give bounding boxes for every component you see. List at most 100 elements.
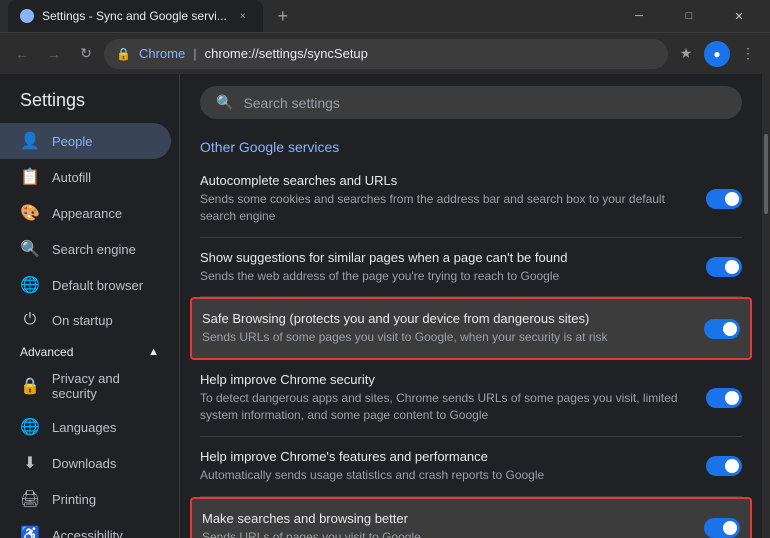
- search-placeholder: Search settings: [243, 95, 340, 111]
- tab-favicon: [20, 9, 34, 23]
- sidebar: Settings 👤 People 📋 Autofill 🎨 Appearanc…: [0, 74, 180, 538]
- setting-title-performance: Help improve Chrome's features and perfo…: [200, 449, 690, 464]
- setting-row-performance: Help improve Chrome's features and perfo…: [200, 437, 742, 497]
- toggle-thumb-chromesecurity: [725, 391, 739, 405]
- toggle-chromesecurity[interactable]: [706, 388, 742, 408]
- setting-row-suggestions: Show suggestions for similar pages when …: [200, 238, 742, 298]
- sidebar-label-autofill: Autofill: [52, 170, 91, 185]
- sidebar-item-appearance[interactable]: 🎨 Appearance: [0, 195, 171, 231]
- new-tab-button[interactable]: +: [269, 2, 297, 30]
- setting-info-safebrowsing: Safe Browsing (protects you and your dev…: [202, 311, 704, 346]
- toggle-thumb-makebetter: [723, 521, 737, 535]
- sidebar-label-on-startup: On startup: [52, 313, 113, 328]
- sidebar-item-accessibility[interactable]: ♿ Accessibility: [0, 517, 171, 538]
- advanced-section[interactable]: Advanced ▲: [0, 337, 179, 363]
- startup-icon: ⏻: [20, 311, 40, 329]
- right-scrollbar[interactable]: [762, 74, 770, 538]
- setting-title-chromesecurity: Help improve Chrome security: [200, 372, 690, 387]
- tabs-container: Settings - Sync and Google servi... × +: [8, 0, 297, 32]
- minimize-button[interactable]: ─: [616, 0, 662, 32]
- sidebar-item-on-startup[interactable]: ⏻ On startup: [0, 303, 171, 337]
- search-bar[interactable]: 🔍 Search settings: [200, 86, 742, 119]
- languages-icon: 🌐: [20, 417, 40, 437]
- settings-title: Settings: [0, 84, 179, 123]
- sidebar-label-default-browser: Default browser: [52, 278, 143, 293]
- forward-button[interactable]: →: [40, 40, 68, 68]
- sidebar-item-privacy[interactable]: 🔒 Privacy and security: [0, 363, 171, 409]
- setting-info-chromesecurity: Help improve Chrome security To detect d…: [200, 372, 706, 424]
- sidebar-label-downloads: Downloads: [52, 456, 116, 471]
- sidebar-label-appearance: Appearance: [52, 206, 122, 221]
- setting-title-suggestions: Show suggestions for similar pages when …: [200, 250, 690, 265]
- sidebar-label-search-engine: Search engine: [52, 242, 136, 257]
- downloads-icon: ⬇: [20, 453, 40, 473]
- setting-row-safebrowsing: Safe Browsing (protects you and your dev…: [190, 297, 752, 360]
- scrollbar-thumb: [764, 134, 768, 214]
- setting-title-autocomplete: Autocomplete searches and URLs: [200, 173, 690, 188]
- sidebar-label-privacy: Privacy and security: [52, 371, 151, 401]
- content-area: 🔍 Search settings Other Google services …: [180, 74, 762, 538]
- tab-title: Settings - Sync and Google servi...: [42, 9, 227, 23]
- toggle-autocomplete[interactable]: [706, 189, 742, 209]
- sidebar-item-search-engine[interactable]: 🔍 Search engine: [0, 231, 171, 267]
- back-button[interactable]: ←: [8, 40, 36, 68]
- privacy-icon: 🔒: [20, 376, 40, 396]
- section-header: Other Google services: [200, 131, 742, 161]
- sidebar-label-people: People: [52, 134, 92, 149]
- profile-icon[interactable]: ●: [704, 41, 730, 67]
- toggle-suggestions[interactable]: [706, 257, 742, 277]
- toggle-thumb-suggestions: [725, 260, 739, 274]
- advanced-label: Advanced: [20, 345, 73, 359]
- toggle-safebrowsing[interactable]: [704, 319, 740, 339]
- sidebar-label-printing: Printing: [52, 492, 96, 507]
- autofill-icon: 📋: [20, 167, 40, 187]
- setting-desc-makebetter: Sends URLs of pages you visit to Google: [202, 529, 688, 538]
- close-button[interactable]: ✕: [716, 0, 762, 32]
- setting-info-suggestions: Show suggestions for similar pages when …: [200, 250, 706, 285]
- search-engine-icon: 🔍: [20, 239, 40, 259]
- main-layout: Settings 👤 People 📋 Autofill 🎨 Appearanc…: [0, 74, 770, 538]
- active-tab[interactable]: Settings - Sync and Google servi... ×: [8, 0, 263, 32]
- sidebar-item-downloads[interactable]: ⬇ Downloads: [0, 445, 171, 481]
- accessibility-icon: ♿: [20, 525, 40, 538]
- sidebar-item-autofill[interactable]: 📋 Autofill: [0, 159, 171, 195]
- sidebar-item-printing[interactable]: 🖨 Printing: [0, 481, 171, 517]
- printing-icon: 🖨: [20, 489, 40, 509]
- refresh-button[interactable]: ↻: [72, 40, 100, 68]
- toggle-makebetter[interactable]: [704, 518, 740, 538]
- setting-desc-autocomplete: Sends some cookies and searches from the…: [200, 191, 690, 225]
- address-bar-actions: ★ ● ⋮: [672, 40, 762, 68]
- sidebar-item-people[interactable]: 👤 People: [0, 123, 171, 159]
- people-icon: 👤: [20, 131, 40, 151]
- setting-info-makebetter: Make searches and browsing better Sends …: [202, 511, 704, 538]
- sidebar-label-languages: Languages: [52, 420, 116, 435]
- title-bar: Settings - Sync and Google servi... × + …: [0, 0, 770, 32]
- setting-row-autocomplete: Autocomplete searches and URLs Sends som…: [200, 161, 742, 238]
- setting-row-makebetter: Make searches and browsing better Sends …: [190, 497, 752, 538]
- advanced-chevron: ▲: [148, 346, 159, 358]
- url-bar[interactable]: 🔒 Chrome | chrome://settings/syncSetup: [104, 39, 668, 69]
- maximize-button[interactable]: □: [666, 0, 712, 32]
- window-controls: ─ □ ✕: [616, 0, 762, 32]
- sidebar-item-languages[interactable]: 🌐 Languages: [0, 409, 171, 445]
- default-browser-icon: 🌐: [20, 275, 40, 295]
- setting-title-makebetter: Make searches and browsing better: [202, 511, 688, 526]
- menu-icon[interactable]: ⋮: [734, 40, 762, 68]
- lock-icon: 🔒: [116, 47, 131, 61]
- address-bar: ← → ↻ 🔒 Chrome | chrome://settings/syncS…: [0, 32, 770, 74]
- toggle-thumb-safebrowsing: [723, 322, 737, 336]
- tab-close-button[interactable]: ×: [235, 8, 251, 24]
- setting-info-autocomplete: Autocomplete searches and URLs Sends som…: [200, 173, 706, 225]
- setting-row-chromesecurity: Help improve Chrome security To detect d…: [200, 360, 742, 437]
- setting-desc-performance: Automatically sends usage statistics and…: [200, 467, 690, 484]
- toggle-thumb-autocomplete: [725, 192, 739, 206]
- chrome-label: Chrome: [139, 46, 185, 61]
- search-icon: 🔍: [216, 94, 233, 111]
- sidebar-item-default-browser[interactable]: 🌐 Default browser: [0, 267, 171, 303]
- setting-desc-chromesecurity: To detect dangerous apps and sites, Chro…: [200, 390, 690, 424]
- setting-desc-suggestions: Sends the web address of the page you're…: [200, 268, 690, 285]
- toggle-performance[interactable]: [706, 456, 742, 476]
- setting-desc-safebrowsing: Sends URLs of some pages you visit to Go…: [202, 329, 688, 346]
- bookmark-icon[interactable]: ★: [672, 40, 700, 68]
- setting-title-safebrowsing: Safe Browsing (protects you and your dev…: [202, 311, 688, 326]
